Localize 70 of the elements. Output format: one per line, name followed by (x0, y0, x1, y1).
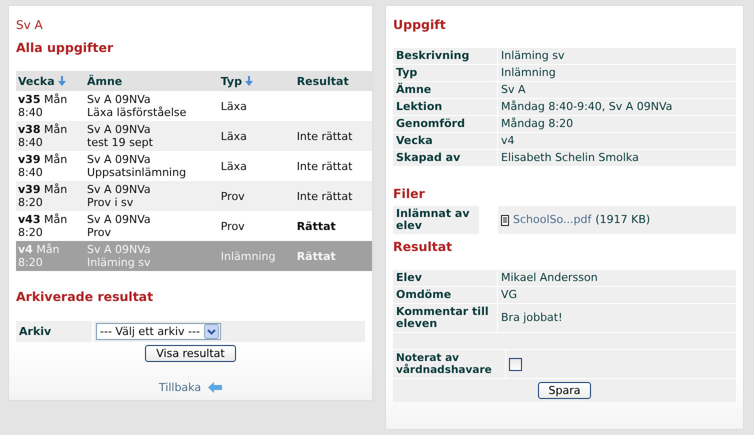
field-label: Kommentar till eleven (393, 304, 497, 332)
result-cell: Inte rättat (296, 160, 352, 172)
field-value: Måndag 8:20 (498, 116, 736, 132)
week-cell: v35 Mån 8:40 (18, 93, 68, 119)
week-cell: v43 Mån 8:20 (18, 213, 68, 239)
subject-cell: Sv A 09NVa Inläming sv (87, 243, 151, 269)
show-results-button[interactable]: Visa resultat (145, 345, 236, 362)
column-header: Resultat (296, 74, 349, 88)
document-icon (501, 214, 509, 226)
back-arrow-icon[interactable] (208, 382, 222, 393)
save-button[interactable]: Spara (538, 382, 592, 399)
section-heading: Filer (393, 186, 426, 201)
subject-cell: Sv A 09NVa test 19 sept (87, 123, 153, 149)
type-cell: Läxa (220, 130, 247, 142)
result-cell: Rättat (296, 220, 336, 232)
task-row[interactable]: v39 Mån 8:20 Sv A 09NVa Prov i sv Prov Inte rättat (16, 181, 372, 211)
field-value: Mikael Andersson (498, 270, 736, 286)
sort-arrow-icon[interactable] (244, 76, 253, 86)
field-value: VG (498, 287, 736, 303)
type-cell: Prov (220, 220, 245, 232)
result-cell: Rättat (296, 250, 336, 262)
field-label: Elev (393, 270, 497, 286)
section-heading: Arkiverade resultat (16, 289, 154, 304)
week-cell: v4 Mån 8:20 (18, 243, 60, 269)
week-cell: v39 Mån 8:40 (18, 153, 68, 179)
field-value: Inlämning (498, 65, 736, 81)
field-label: Arkiv (18, 325, 52, 338)
field-label: Genomförd (393, 116, 497, 132)
field-label: Lektion (393, 99, 497, 115)
field-value: Inläming sv (498, 48, 736, 64)
result-cell: Inte rättat (296, 130, 352, 142)
field-label: Vecka (393, 133, 497, 149)
field-value: Elisabeth Schelin Smolka (498, 150, 736, 166)
field-label: Typ (393, 65, 497, 81)
section-heading: Uppgift (393, 17, 447, 32)
field-label: Beskrivning (393, 48, 497, 64)
field-label: Noterat av vårdnadshavare (393, 350, 505, 378)
task-row[interactable]: v35 Mån 8:40 Sv A 09NVa Läxa läsförståelse Läxa (16, 91, 372, 121)
task-row[interactable]: v38 Mån 8:40 Sv A 09NVa test 19 sept Läxa Inte rättat (16, 121, 372, 151)
course-title: Sv A (16, 18, 44, 32)
field-value: v4 (498, 133, 736, 149)
field-value: Måndag 8:40-9:40, Sv A 09NVa (498, 99, 736, 115)
result-cell: Inte rättat (296, 190, 352, 202)
archive-select[interactable]: --- Välj ett arkiv --- (96, 323, 221, 340)
file-size: (1917 KB) (595, 214, 650, 226)
subject-cell: Sv A 09NVa Prov i sv (87, 183, 151, 209)
type-cell: Prov (220, 190, 245, 202)
type-cell: Läxa (220, 160, 247, 172)
subject-cell: Sv A 09NVa Prov (87, 213, 151, 239)
sort-arrow-icon[interactable] (58, 76, 66, 86)
file-link[interactable]: SchoolSo...pdf (513, 214, 592, 226)
field-label: Omdöme (393, 287, 497, 303)
week-cell: v39 Mån 8:20 (18, 183, 68, 209)
section-heading: Resultat (393, 239, 454, 254)
field-label: Ämne (393, 82, 497, 98)
field-label: Inlämnat av elev (393, 206, 479, 234)
subject-cell: Sv A 09NVa Läxa läsförståelse (87, 93, 186, 119)
field-label: Skapad av (393, 150, 497, 166)
field-value: Bra jobbat! (498, 304, 736, 332)
field-value: Sv A (498, 82, 736, 98)
task-row[interactable]: v39 Mån 8:40 Sv A 09NVa Uppsatsinlämning Läxa Inte rättat (16, 151, 372, 181)
type-cell: Inlämning (220, 250, 276, 262)
section-heading: Alla uppgifter (16, 40, 114, 55)
subject-cell: Sv A 09NVa Uppsatsinlämning (87, 153, 186, 179)
week-cell: v38 Mån 8:40 (18, 123, 68, 149)
guardian-checkbox[interactable] (509, 358, 522, 370)
task-row[interactable]: v43 Mån 8:20 Sv A 09NVa Prov Prov Rättat (16, 211, 372, 241)
type-cell: Läxa (220, 100, 247, 112)
column-header: Ämne (87, 74, 122, 88)
back-link[interactable]: Tillbaka (158, 381, 202, 394)
